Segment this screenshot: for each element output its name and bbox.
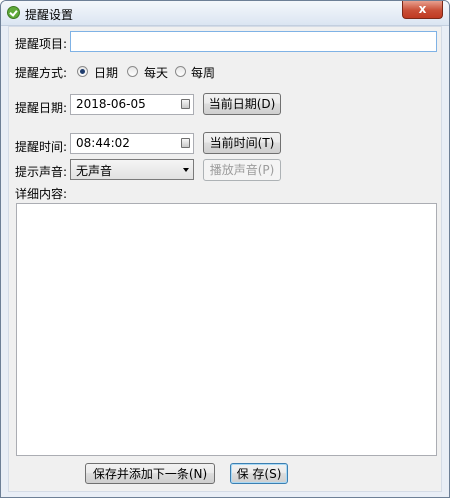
close-button[interactable]: x: [402, 1, 443, 19]
mode-radio-daily[interactable]: [127, 66, 138, 77]
sound-label: 提示声音:: [15, 165, 68, 179]
mode-radio-weekly[interactable]: [175, 66, 186, 77]
current-date-button[interactable]: 当前日期(D): [203, 93, 281, 115]
chevron-down-icon: [183, 168, 189, 172]
play-sound-button[interactable]: 播放声音(P): [203, 159, 281, 181]
save-button[interactable]: 保 存(S): [230, 463, 288, 484]
check-circle-icon: [7, 6, 20, 19]
calendar-icon[interactable]: [181, 99, 190, 109]
details-textarea[interactable]: [16, 203, 437, 456]
item-input[interactable]: [70, 31, 437, 52]
save-and-add-next-button[interactable]: 保存并添加下一条(N): [85, 463, 215, 484]
title-bar[interactable]: 提醒设置 x: [1, 1, 449, 26]
mode-option-weekly[interactable]: 每周: [191, 64, 215, 81]
date-picker[interactable]: 2018-06-05: [70, 94, 194, 115]
mode-option-daily[interactable]: 每天: [144, 64, 168, 81]
item-label: 提醒项目:: [15, 37, 68, 51]
sound-value: 无声音: [76, 164, 113, 178]
date-value: 2018-06-05: [76, 97, 146, 111]
time-label: 提醒时间:: [15, 140, 68, 154]
sound-select[interactable]: 无声音: [70, 159, 194, 180]
mode-radio-date[interactable]: [77, 66, 88, 77]
time-spin-icon[interactable]: [181, 138, 190, 148]
current-time-button[interactable]: 当前时间(T): [203, 132, 281, 154]
window-title: 提醒设置: [25, 8, 74, 22]
time-picker[interactable]: 08:44:02: [70, 133, 194, 154]
date-label: 提醒日期:: [15, 101, 68, 115]
reminder-settings-window: 提醒设置 x 提醒项目: 提醒方式: 日期 每天 每周 提醒日期: 2018-0…: [0, 0, 450, 498]
details-label: 详细内容:: [15, 187, 68, 201]
mode-option-date[interactable]: 日期: [94, 64, 118, 81]
close-icon: x: [418, 2, 427, 16]
mode-label: 提醒方式:: [15, 66, 68, 80]
dialog-body: 提醒项目: 提醒方式: 日期 每天 每周 提醒日期: 2018-06-05 当前…: [8, 26, 442, 492]
time-value: 08:44:02: [76, 136, 130, 150]
